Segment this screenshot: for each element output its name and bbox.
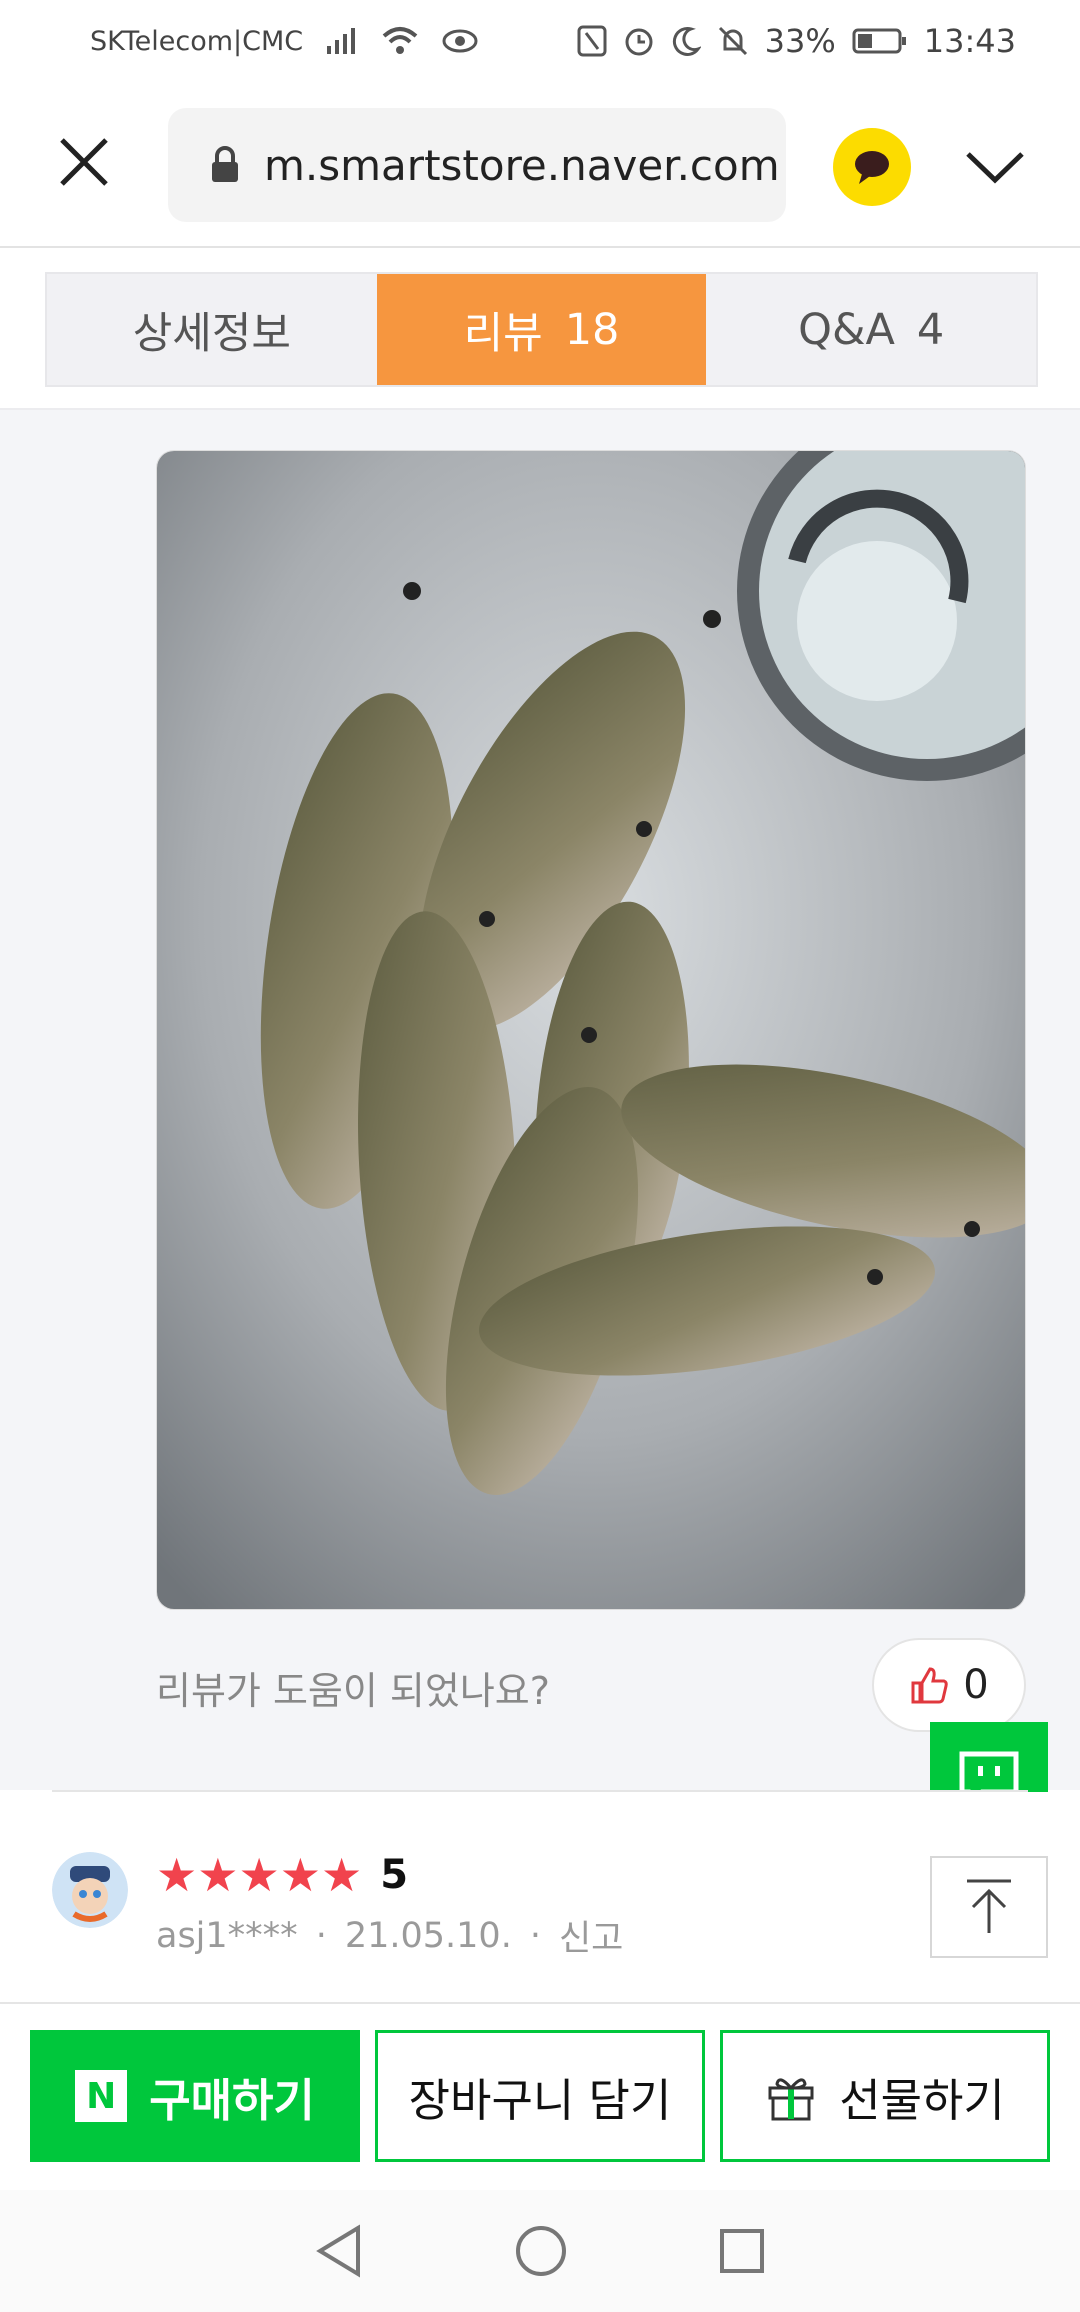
status-bar: SKTelecom|CMC 33% 13:43 xyxy=(0,0,1080,82)
wifi-icon xyxy=(382,27,418,54)
nfc-icon xyxy=(577,25,607,57)
tab-review[interactable]: 리뷰 18 xyxy=(376,274,707,385)
kakao-talk-button[interactable] xyxy=(833,128,911,206)
back-icon[interactable] xyxy=(314,2224,364,2278)
avatar xyxy=(52,1852,128,1928)
chevron-down-icon[interactable] xyxy=(962,136,1028,196)
chat-bubble-icon xyxy=(855,151,889,184)
tab-qna[interactable]: Q&A 4 xyxy=(706,274,1036,385)
meta-separator: · xyxy=(529,1915,541,1956)
review-photo[interactable] xyxy=(156,450,1026,1610)
battery-percent: 33% xyxy=(764,22,836,60)
address-bar[interactable]: m.smartstore.naver.com xyxy=(168,108,786,222)
scroll-to-top-button[interactable] xyxy=(930,1856,1048,1958)
gift-label: 선물하기 xyxy=(839,2073,1005,2127)
reviewer-id: asj1**** xyxy=(156,1915,298,1956)
rating-score: 5 xyxy=(380,1852,409,1898)
add-to-cart-button[interactable]: 장바구니 담기 xyxy=(375,2030,705,2162)
tab-review-label: 리뷰 xyxy=(463,308,543,359)
product-tabs: 상세정보 리뷰 18 Q&A 4 xyxy=(45,272,1038,387)
fish-in-sink-image xyxy=(157,451,1025,1609)
clock: 13:43 xyxy=(923,22,1016,60)
meta-separator: · xyxy=(315,1915,327,1956)
close-icon[interactable] xyxy=(54,132,114,192)
thumbs-up-icon xyxy=(911,1667,949,1704)
star-rating-icons: ★★★★★ xyxy=(156,1848,363,1902)
signal-icon xyxy=(327,28,356,54)
mute-bell-icon xyxy=(718,26,747,56)
recents-icon[interactable] xyxy=(718,2227,766,2275)
gift-button[interactable]: 선물하기 xyxy=(720,2030,1050,2162)
browser-toolbar: m.smartstore.naver.com xyxy=(0,82,1080,248)
review-date: 21.05.10. xyxy=(344,1915,512,1956)
buy-button[interactable]: N 구매하기 xyxy=(30,2030,360,2162)
cart-label: 장바구니 담기 xyxy=(408,2073,672,2127)
buy-label: 구매하기 xyxy=(149,2073,315,2127)
tab-detail-label: 상세정보 xyxy=(132,308,291,359)
tab-qna-label: Q&A xyxy=(798,304,895,355)
tab-review-count: 18 xyxy=(564,304,620,355)
purchase-bar: N 구매하기 장바구니 담기 선물하기 xyxy=(0,2002,1080,2190)
url-text: m.smartstore.naver.com xyxy=(264,140,780,190)
moon-icon xyxy=(672,27,701,56)
alarm-icon xyxy=(625,28,653,56)
system-nav-bar xyxy=(0,2190,1080,2312)
helpful-prompt: 리뷰가 도움이 되었나요? xyxy=(156,1669,550,1713)
tab-detail[interactable]: 상세정보 xyxy=(47,274,377,385)
gift-icon xyxy=(768,2078,814,2121)
naver-n-icon: N xyxy=(75,2070,128,2122)
report-link[interactable]: 신고 xyxy=(559,1910,623,1961)
tab-qna-count: 4 xyxy=(916,304,945,355)
arrow-up-icon xyxy=(967,1879,1011,1933)
like-count: 0 xyxy=(963,1662,989,1708)
home-icon[interactable] xyxy=(514,2224,568,2278)
eye-icon xyxy=(442,29,478,53)
lock-icon xyxy=(212,146,238,182)
carrier-label: SKTelecom|CMC xyxy=(90,25,304,57)
rating: ★★★★★ 5 xyxy=(156,1848,408,1902)
like-button[interactable]: 0 xyxy=(872,1638,1026,1732)
review-meta: asj1**** · 21.05.10. · 신고 xyxy=(156,1910,623,1961)
battery-icon xyxy=(852,28,906,54)
review-item: ★★★★★ 5 asj1**** · 21.05.10. · 신고 xyxy=(0,1792,1080,2002)
